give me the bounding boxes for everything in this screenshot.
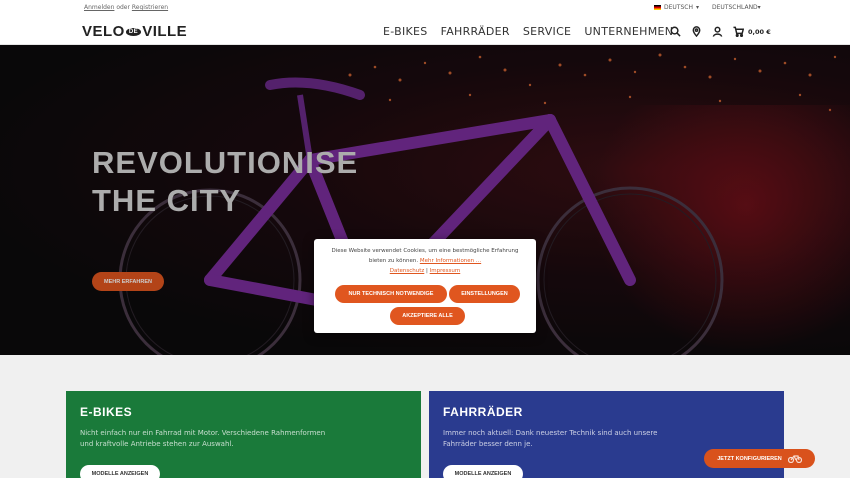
logo-badge: DE bbox=[125, 27, 142, 36]
main-nav: E-BIKES FAHRRÄDER SERVICE UNTERNEHMEN bbox=[383, 25, 673, 38]
language-selector[interactable]: DEUTSCH ▾ bbox=[654, 4, 699, 11]
link-separator: | bbox=[426, 268, 428, 274]
location-icon[interactable] bbox=[691, 26, 702, 37]
account-links: Anmelden oder Registrieren bbox=[84, 4, 168, 11]
cart-icon[interactable] bbox=[733, 26, 744, 37]
login-or-text: oder bbox=[114, 4, 132, 11]
login-link[interactable]: Anmelden bbox=[84, 4, 114, 11]
chevron-down-icon: ▾ bbox=[695, 4, 699, 11]
nav-item-service[interactable]: SERVICE bbox=[523, 25, 571, 38]
flag-de-icon bbox=[654, 5, 661, 10]
bike-icon bbox=[787, 455, 802, 463]
country-selector[interactable]: DEUTSCHLAND▾ bbox=[712, 4, 761, 11]
nav-item-unternehmen[interactable]: UNTERNEHMEN bbox=[584, 25, 673, 38]
card-description: Nicht einfach nur ein Fahrrad mit Motor.… bbox=[80, 429, 326, 448]
cookie-message: Diese Website verwendet Cookies, um eine… bbox=[326, 246, 524, 266]
language-label: DEUTSCH bbox=[664, 4, 693, 11]
show-models-button[interactable]: MODELLE ANZEIGEN bbox=[80, 465, 160, 478]
show-models-button[interactable]: MODELLE ANZEIGEN bbox=[443, 465, 523, 478]
logo-text-left: VELO bbox=[82, 23, 125, 40]
imprint-link[interactable]: Impressum bbox=[430, 268, 461, 274]
chevron-down-icon: ▾ bbox=[757, 4, 761, 11]
nav-item-fahrraeder[interactable]: FAHRRÄDER bbox=[441, 25, 510, 38]
search-icon[interactable] bbox=[670, 26, 681, 37]
card-title: FAHRRÄDER bbox=[443, 405, 523, 419]
cart-total[interactable]: 0,00 € bbox=[748, 28, 771, 36]
header-icons: 0,00 € bbox=[670, 26, 771, 37]
logo[interactable]: VELO DE VILLE bbox=[82, 23, 187, 40]
cookie-legal-links: Datenschutz | Impressum bbox=[314, 268, 536, 274]
card-title: E-BIKES bbox=[80, 405, 133, 419]
main-header: VELO DE VILLE E-BIKES FAHRRÄDER SERVICE … bbox=[0, 18, 850, 45]
privacy-link[interactable]: Datenschutz bbox=[390, 268, 425, 274]
category-card-ebikes[interactable]: E-BIKES Nicht einfach nur ein Fahrrad mi… bbox=[66, 391, 421, 478]
top-utility-bar: Anmelden oder Registrieren DEUTSCH ▾ DEU… bbox=[0, 0, 850, 18]
logo-text-right: VILLE bbox=[142, 23, 188, 40]
card-description: Immer noch aktuell: Dank neuester Techni… bbox=[443, 429, 658, 448]
accept-all-button[interactable]: AKZEPTIERE ALLE bbox=[390, 307, 465, 325]
user-icon[interactable] bbox=[712, 26, 723, 37]
cookie-settings-button[interactable]: EINSTELLUNGEN bbox=[449, 285, 520, 303]
necessary-only-button[interactable]: NUR TECHNISCH NOTWENDIGE bbox=[335, 285, 447, 303]
country-label: DEUTSCHLAND bbox=[712, 4, 758, 11]
cookie-consent-dialog: Diese Website verwendet Cookies, um eine… bbox=[314, 239, 536, 333]
more-info-link[interactable]: Mehr Informationen ... bbox=[420, 258, 481, 264]
configure-label: JETZT KONFIGURIEREN bbox=[717, 455, 782, 462]
nav-item-ebikes[interactable]: E-BIKES bbox=[383, 25, 428, 38]
register-link[interactable]: Registrieren bbox=[132, 4, 168, 11]
configure-now-button[interactable]: JETZT KONFIGURIEREN bbox=[704, 449, 815, 468]
